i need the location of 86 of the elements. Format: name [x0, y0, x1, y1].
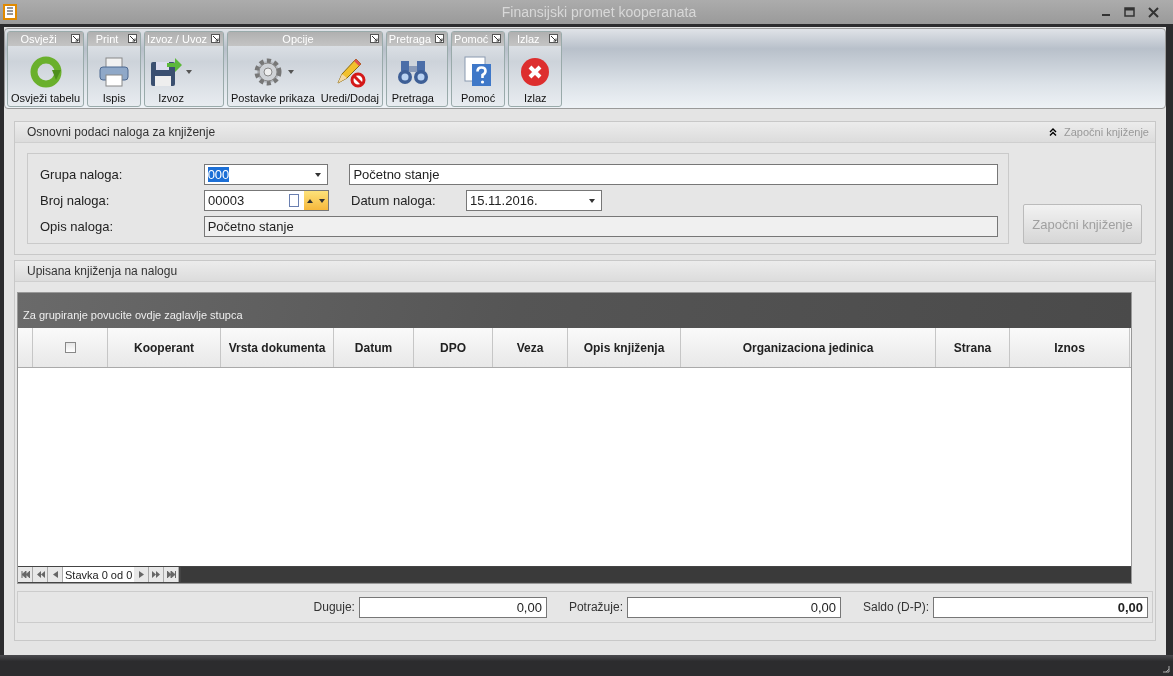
close-icon[interactable] [1148, 6, 1159, 18]
ribbon-group-title: Opcije [282, 33, 314, 45]
group-combo-field[interactable]: 000 [203, 164, 329, 185]
column-header[interactable]: Kooperant [108, 328, 221, 367]
column-header[interactable]: Vrsta dokumenta [221, 328, 334, 367]
number-spin-field[interactable]: 00003 [204, 190, 329, 211]
record-counter: Stavka 0 od 0 [63, 567, 135, 582]
column-header[interactable]: Opis knjiženja [568, 328, 681, 367]
floppy-disk-icon [150, 57, 183, 87]
binoculars-icon [396, 58, 429, 86]
select-all-checkbox[interactable] [64, 342, 76, 353]
column-header[interactable]: Organizaciona jedinica [681, 328, 936, 367]
help-icon [463, 56, 494, 88]
group-description-field[interactable]: Početno stanje [349, 164, 998, 185]
column-header[interactable]: Datum [334, 328, 414, 367]
next-page-icon [151, 571, 161, 578]
printer-icon [98, 57, 131, 87]
spin-down-button[interactable] [316, 191, 328, 210]
section-title: Upisana knjiženja na nalogu [27, 264, 178, 278]
dialog-launcher-icon[interactable] [71, 34, 81, 43]
ribbon-group-title: Pomoć [454, 33, 489, 45]
previous-page-icon [35, 571, 45, 578]
total-field[interactable]: 0,00 [626, 596, 841, 618]
next-page-button[interactable] [149, 567, 165, 582]
up-arrow-icon [307, 198, 313, 203]
ribbon-button[interactable]: Pretraga [386, 46, 439, 106]
date-combo-field[interactable]: 15.11.2016. [466, 190, 602, 211]
ribbon-button[interactable]: Pomoć [452, 46, 505, 106]
ribbon-group-title: Izlaz [517, 33, 540, 45]
field-label: Grupa naloga: [40, 167, 124, 182]
maximize-icon[interactable] [1124, 7, 1135, 17]
dialog-launcher-icon[interactable] [492, 34, 502, 43]
total-label: Potražuje: [568, 600, 623, 614]
ribbon-button[interactable]: Izlaz [509, 46, 562, 106]
field-label: Broj naloga: [40, 193, 111, 208]
dropdown-caret-icon [315, 172, 322, 177]
ribbon-button[interactable]: Postavke prikaza [228, 46, 318, 106]
app-icon [3, 4, 17, 20]
ribbon-group-title: Osvježi [20, 33, 57, 45]
column-header[interactable]: Veza [493, 328, 568, 367]
dialog-launcher-icon[interactable] [128, 34, 138, 43]
dialog-launcher-icon[interactable] [435, 34, 445, 43]
total-label: Duguje: [313, 600, 355, 614]
selected-text: 000 [207, 167, 230, 182]
total-field[interactable]: 0,00 [358, 596, 547, 618]
ribbon-button[interactable]: Ispis [88, 46, 141, 106]
first-page-button[interactable] [18, 567, 33, 582]
close-circle-icon [520, 57, 551, 87]
next-icon [138, 571, 144, 578]
dialog-launcher-icon[interactable] [549, 34, 559, 43]
field-label: Opis naloga: [40, 219, 114, 234]
dialog-launcher-icon[interactable] [211, 34, 220, 43]
ribbon-button[interactable]: Uredi/Dodaj [317, 46, 382, 106]
refresh-icon [29, 56, 62, 88]
column-header[interactable]: Strana [936, 328, 1010, 367]
ribbon-button[interactable]: Osvježi tabelu [8, 46, 84, 106]
column-header[interactable]: DPO [414, 328, 493, 367]
previous-icon [52, 571, 58, 578]
dropdown-caret-icon [287, 70, 294, 74]
dropdown-caret-icon [186, 70, 193, 74]
total-field[interactable]: 0,00 [933, 596, 1148, 618]
section-title: Osnovni podaci naloga za knjiženje [27, 125, 216, 139]
last-page-button[interactable] [164, 567, 180, 582]
description-field[interactable]: Početno stanje [203, 216, 998, 237]
dialog-launcher-icon[interactable] [369, 34, 379, 43]
total-label: Saldo (D-P): [862, 600, 929, 614]
ribbon-group-title: Pretraga [388, 33, 432, 45]
previous-record-button[interactable] [48, 567, 63, 582]
resize-grip-icon[interactable] [1162, 665, 1170, 673]
horizontal-scrollbar[interactable] [181, 567, 1131, 582]
ribbon-group-title: Izvoz / Uvoz [147, 33, 207, 45]
ribbon-button[interactable]: Izvoz [145, 46, 198, 106]
last-page-icon [166, 571, 176, 578]
group-by-hint: Za grupiranje povucite ovdje zaglavlje stupca [23, 309, 243, 321]
ribbon-group-title: Print [95, 33, 119, 45]
field-label: Datum naloga: [351, 193, 437, 208]
down-arrow-icon [319, 198, 325, 203]
column-header[interactable]: Iznos [1010, 328, 1130, 367]
first-page-icon [20, 571, 30, 578]
spin-up-button[interactable] [304, 191, 316, 210]
checkbox-icon [289, 194, 299, 207]
window-title: Finansijski promet kooperanata [500, 4, 697, 20]
next-record-button[interactable] [134, 567, 150, 582]
dropdown-caret-icon [589, 198, 595, 203]
previous-page-button[interactable] [33, 567, 48, 582]
collapse-chevron-icon [1049, 128, 1057, 136]
